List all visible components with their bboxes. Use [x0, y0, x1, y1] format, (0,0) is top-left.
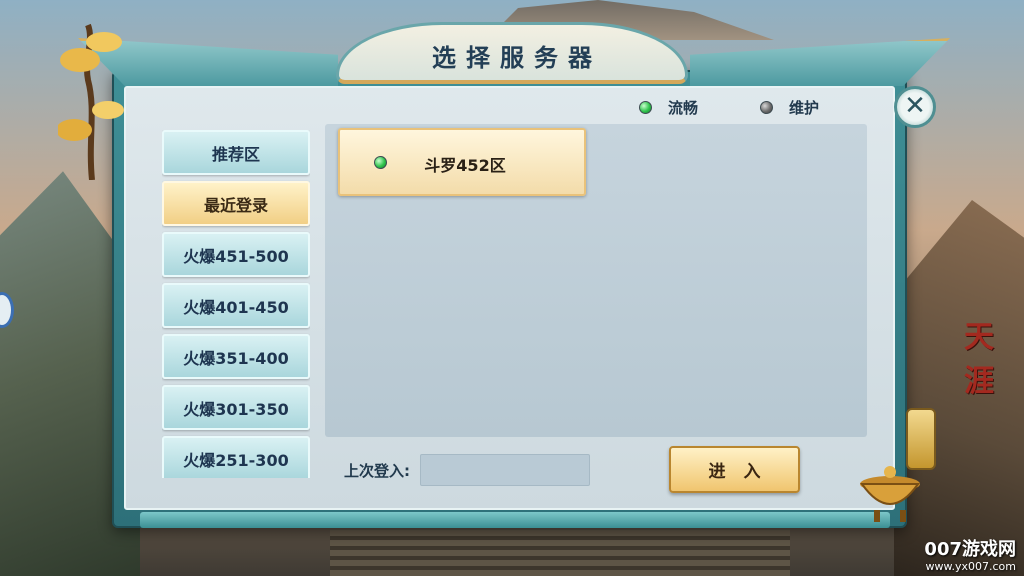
- eave-right-ornament: [690, 38, 950, 86]
- tab-hot-301-350[interactable]: 火爆301-350: [162, 385, 310, 430]
- tab-hot-351-400[interactable]: 火爆351-400: [162, 334, 310, 379]
- title-plaque: 选择服务器: [336, 22, 688, 84]
- background-calligraphy: 天涯: [964, 320, 994, 399]
- server-category-list[interactable]: 推荐区 最近登录 火爆451-500 火爆401-450 火爆351-400 火…: [162, 130, 310, 478]
- tab-hot-251-300[interactable]: 火爆251-300: [162, 436, 310, 478]
- last-login-label: 上次登入:: [344, 462, 410, 480]
- tab-hot-451-500[interactable]: 火爆451-500: [162, 232, 310, 277]
- legend-smooth-label: 流畅: [668, 99, 699, 117]
- tab-recent-login[interactable]: 最近登录: [162, 181, 310, 226]
- status-smooth-icon: [639, 101, 652, 114]
- server-name: 斗罗452区: [424, 156, 506, 175]
- last-login-field: [420, 454, 590, 486]
- close-icon: ✕: [904, 91, 926, 121]
- server-item[interactable]: 斗罗452区: [338, 128, 586, 196]
- page-title: 选择服务器: [432, 43, 602, 72]
- status-maintenance-icon: [760, 101, 773, 114]
- legend-maintenance-label: 维护: [789, 99, 820, 117]
- tab-hot-401-450[interactable]: 火爆401-450: [162, 283, 310, 328]
- legend-maintenance: 维护: [760, 97, 819, 118]
- watermark-url: www.yx007.com: [925, 560, 1016, 573]
- background-stairs: [330, 530, 790, 576]
- tab-recommended[interactable]: 推荐区: [162, 130, 310, 175]
- watermark-title: 007游戏网: [924, 539, 1016, 560]
- incense-burner-icon: [860, 466, 920, 522]
- close-button[interactable]: ✕: [894, 86, 936, 128]
- golden-tree-icon: [58, 23, 124, 180]
- panel-base-ornament: [140, 512, 890, 528]
- watermark: 007游戏网 www.yx007.com: [924, 539, 1016, 574]
- lantern-icon: [906, 408, 936, 470]
- enter-button[interactable]: 进 入: [669, 446, 800, 493]
- legend-smooth: 流畅: [639, 97, 698, 118]
